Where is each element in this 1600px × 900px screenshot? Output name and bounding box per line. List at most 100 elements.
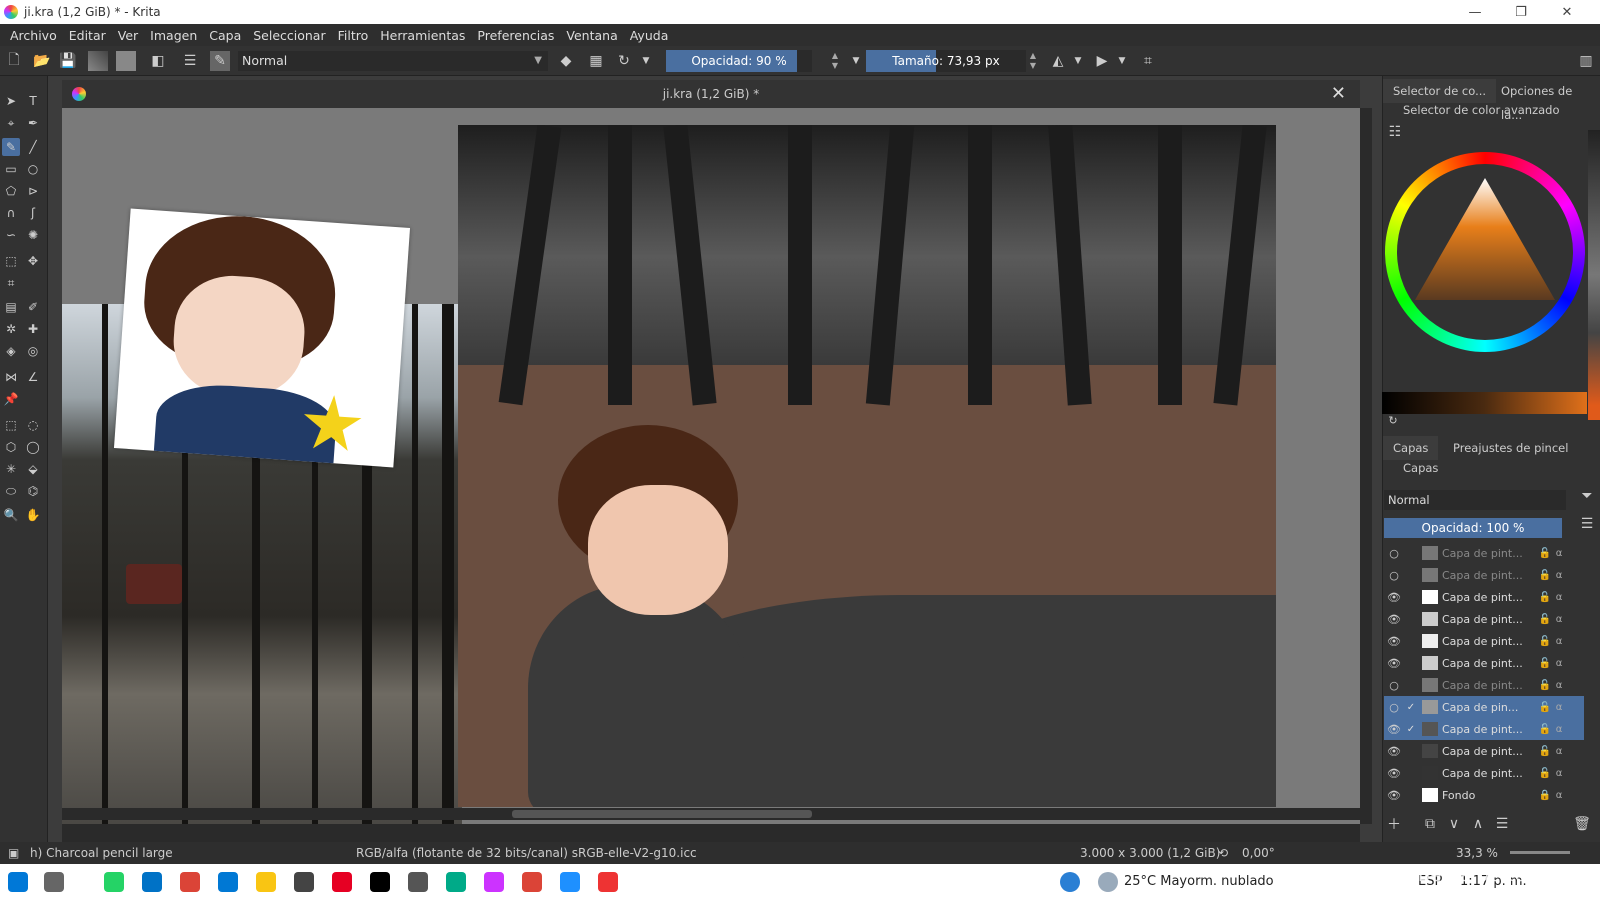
ellipse-select-icon[interactable]: ◌ (24, 416, 42, 434)
close-document-icon[interactable]: ✕ (1331, 80, 1346, 108)
windows-start-icon[interactable] (8, 872, 28, 892)
mirror-vertical-icon[interactable]: ▶ (1092, 51, 1112, 71)
image-size-label[interactable]: 3.000 x 3.000 (1,2 GiB) (1080, 842, 1220, 864)
polygon-select-icon[interactable]: ⬡ (2, 438, 20, 456)
layer-row[interactable]: 👁 Capa de pint... 🔓 α (1384, 762, 1584, 784)
freehand-brush-icon[interactable]: ✎ (2, 138, 20, 156)
notion-icon[interactable] (408, 872, 428, 892)
chevron-down-icon[interactable]: ▼ (636, 51, 656, 71)
alpha-icon[interactable]: α (1552, 768, 1566, 779)
eye-icon[interactable]: 👁 (1384, 613, 1404, 626)
layer-row[interactable]: 👁 Capa de pint... 🔓 α (1384, 586, 1584, 608)
eye-icon[interactable]: 👁 (1384, 789, 1404, 802)
document-tab[interactable]: ji.kra (1,2 GiB) * ✕ (62, 80, 1360, 108)
menu-filtro[interactable]: Filtro (332, 28, 375, 43)
lock-icon[interactable]: 🔓 (1538, 746, 1552, 757)
assistant-tool-icon[interactable]: ⋈ (2, 368, 20, 386)
scrollbar-thumb[interactable] (512, 810, 812, 818)
lock-icon[interactable]: 🔓 (1538, 636, 1552, 647)
painting-canvas[interactable] (458, 125, 1276, 807)
weather-label[interactable]: 25°C Mayorm. nublado (1124, 864, 1274, 900)
bezier-select-icon[interactable]: ⬭ (2, 482, 20, 500)
freehand-select-icon[interactable]: ◯ (24, 438, 42, 456)
chrome-icon[interactable] (180, 872, 200, 892)
outlook-icon[interactable] (142, 872, 162, 892)
photos-icon[interactable] (560, 872, 580, 892)
open-folder-icon[interactable]: 📂 (32, 51, 52, 71)
colorize-mask-icon[interactable]: ✲ (2, 320, 20, 338)
blend-mode-select[interactable]: Normal ▼ (238, 51, 548, 71)
layer-row-background[interactable]: 👁 Fondo 🔒 α (1384, 784, 1584, 806)
polyline-tool-icon[interactable]: ⊳ (24, 182, 42, 200)
new-document-icon[interactable]: 🗋 (4, 51, 24, 71)
app-icon[interactable] (294, 872, 314, 892)
edge-icon[interactable] (446, 872, 466, 892)
whatsapp-icon[interactable] (104, 872, 124, 892)
add-layer-icon[interactable]: ＋ (1384, 814, 1404, 834)
lock-icon[interactable]: 🔓 (1538, 570, 1552, 581)
reference-tool-icon[interactable]: 📌 (2, 390, 20, 408)
alpha-icon[interactable]: α (1552, 570, 1566, 581)
zoom-tool-icon[interactable]: 🔍 (2, 506, 20, 524)
preserve-alpha-icon[interactable]: ▦ (586, 51, 606, 71)
hidden-eye-icon[interactable]: ○ (1384, 569, 1404, 582)
pattern-swatch-icon[interactable] (116, 51, 136, 71)
help-icon[interactable] (1060, 872, 1080, 892)
alpha-icon[interactable]: α (1552, 658, 1566, 669)
move-layer-down-icon[interactable]: ∨ (1444, 814, 1464, 834)
select-shape-icon[interactable]: ➤ (2, 92, 20, 110)
lock-icon[interactable]: 🔓 (1538, 548, 1552, 559)
chevron-down-icon[interactable]: ▼ (846, 51, 866, 71)
minimize-button[interactable]: — (1452, 0, 1498, 24)
contiguous-select-icon[interactable]: ✳ (2, 460, 20, 478)
alpha-icon[interactable]: α (1552, 614, 1566, 625)
move-tool-icon[interactable]: ✥ (24, 252, 42, 270)
task-view-icon[interactable] (44, 872, 64, 892)
lock-icon[interactable]: 🔓 (1538, 592, 1552, 603)
menu-ventana[interactable]: Ventana (560, 28, 623, 43)
menu-seleccionar[interactable]: Seleccionar (247, 28, 331, 43)
alpha-icon[interactable]: α (1552, 724, 1566, 735)
menu-ver[interactable]: Ver (112, 28, 144, 43)
calligraphy-icon[interactable]: ✒ (24, 114, 42, 132)
layer-row[interactable]: 👁 Capa de pint... 🔓 α (1384, 630, 1584, 652)
layer-row-selected[interactable]: 👁 ✓ Capa de pint... 🔓 α (1384, 718, 1584, 740)
close-window-button[interactable]: ✕ (1544, 0, 1590, 24)
layer-opacity-slider[interactable]: Opacidad: 100 % (1384, 518, 1562, 538)
size-slider[interactable]: Tamaño: 73,93 px (866, 50, 1026, 72)
fg-bg-color-icon[interactable]: ◧ (148, 51, 168, 71)
check-icon[interactable]: ✓ (1404, 724, 1418, 735)
maximize-button[interactable]: ❐ (1498, 0, 1544, 24)
gradient-tool-icon[interactable]: ▤ (2, 298, 20, 316)
layer-row[interactable]: ○ Capa de pint... 🔓 α (1384, 564, 1584, 586)
app-icon[interactable] (598, 872, 618, 892)
size-spin-icon[interactable]: ▲ ▼ (1028, 51, 1038, 71)
canvas[interactable] (62, 108, 1360, 824)
lock-icon[interactable]: 🔓 (1538, 680, 1552, 691)
layer-row[interactable]: 👁 Capa de pint... 🔓 α (1384, 652, 1584, 674)
chevron-down-icon[interactable]: ▼ (1068, 51, 1088, 71)
layer-menu-icon[interactable]: ☰ (1577, 514, 1597, 534)
move-layer-up-icon[interactable]: ∧ (1468, 814, 1488, 834)
dynamic-brush-icon[interactable]: ∽ (2, 226, 20, 244)
layer-row[interactable]: 👁 Capa de pint... 🔓 α (1384, 740, 1584, 762)
chrome-icon[interactable] (522, 872, 542, 892)
menu-ayuda[interactable]: Ayuda (624, 28, 675, 43)
x-icon[interactable] (370, 872, 390, 892)
locked-icon[interactable]: 🔒 (1538, 790, 1552, 801)
hidden-eye-icon[interactable]: ○ (1384, 701, 1404, 714)
wrap-around-icon[interactable]: ⌗ (1138, 51, 1158, 71)
lock-icon[interactable]: 🔓 (1538, 614, 1552, 625)
alpha-icon[interactable]: α (1552, 592, 1566, 603)
eye-icon[interactable]: 👁 (1384, 657, 1404, 670)
line-tool-icon[interactable]: ╱ (24, 138, 42, 156)
menu-archivo[interactable]: Archivo (4, 28, 63, 43)
color-wheel[interactable] (1385, 152, 1585, 352)
transform-tool-icon[interactable]: ⬚ (2, 252, 20, 270)
reload-preset-icon[interactable]: ↻ (614, 51, 634, 71)
menu-editar[interactable]: Editar (63, 28, 112, 43)
hidden-eye-icon[interactable]: ○ (1384, 679, 1404, 692)
freehand-path-icon[interactable]: ʃ (24, 204, 42, 222)
layer-row[interactable]: 👁 Capa de pint... 🔓 α (1384, 608, 1584, 630)
brush-preset-icon[interactable]: ✎ (210, 51, 230, 71)
